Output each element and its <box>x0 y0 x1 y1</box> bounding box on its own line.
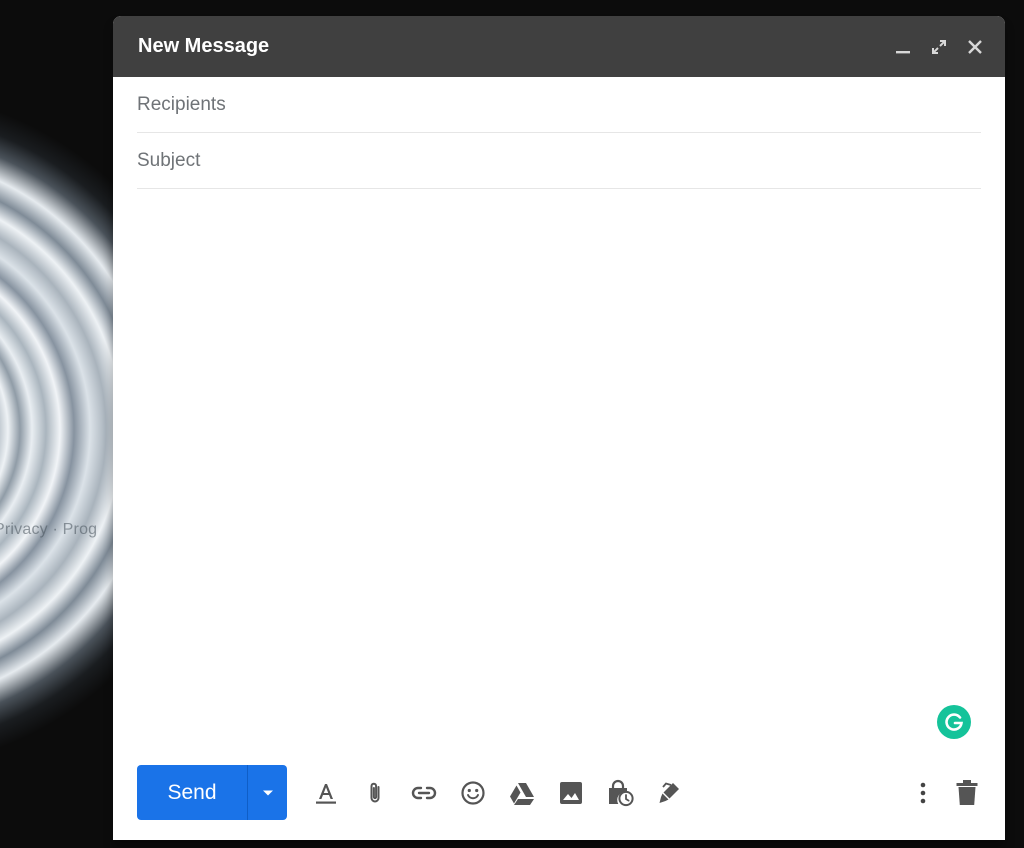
more-options-button[interactable] <box>901 769 945 817</box>
insert-link-button[interactable] <box>399 769 448 817</box>
insert-emoji-icon <box>460 780 485 805</box>
insert-emoji-button[interactable] <box>448 769 497 817</box>
discard-draft-button[interactable] <box>945 769 989 817</box>
insert-link-icon <box>411 786 436 799</box>
more-send-options-button[interactable] <box>248 765 287 820</box>
minimize-button[interactable] <box>885 29 921 65</box>
minimize-icon <box>896 50 910 53</box>
attach-file-icon <box>370 782 379 802</box>
subject-row <box>137 133 981 189</box>
confidential-mode-button[interactable] <box>595 769 644 817</box>
google-drive-icon <box>509 782 534 805</box>
insert-signature-icon <box>659 781 679 803</box>
grammarly-icon <box>945 713 963 731</box>
compose-window: New Message Recipients Subject Send <box>113 16 1005 840</box>
formatting-options-icon <box>315 783 336 804</box>
compose-title: New Message <box>138 35 270 57</box>
fullscreen-button[interactable] <box>921 29 957 65</box>
close-icon <box>968 39 982 54</box>
insert-photo-button[interactable] <box>546 769 595 817</box>
more-options-icon <box>920 782 926 803</box>
insert-photo-icon <box>559 781 582 804</box>
message-body[interactable] <box>137 188 981 740</box>
send-button-group: Send <box>137 765 287 820</box>
insert-signature-button[interactable] <box>644 769 693 817</box>
subject-input[interactable] <box>137 149 981 172</box>
discard-draft-icon <box>956 779 978 805</box>
fullscreen-icon <box>932 39 946 54</box>
background-footer-text: Privacy · Prog <box>0 521 98 538</box>
close-button[interactable] <box>957 29 993 65</box>
confidential-mode-icon <box>608 779 634 806</box>
grammarly-button[interactable] <box>937 705 971 739</box>
compose-header[interactable]: New Message <box>113 16 1005 77</box>
formatting-options-button[interactable] <box>301 769 350 817</box>
google-drive-button[interactable] <box>497 769 546 817</box>
recipients-input[interactable] <box>137 93 981 116</box>
compose-toolbar: Send <box>137 765 1005 820</box>
chevron-down-icon <box>262 790 273 795</box>
send-button[interactable]: Send <box>137 765 248 820</box>
recipients-row <box>137 77 981 133</box>
attach-file-button[interactable] <box>350 769 399 817</box>
